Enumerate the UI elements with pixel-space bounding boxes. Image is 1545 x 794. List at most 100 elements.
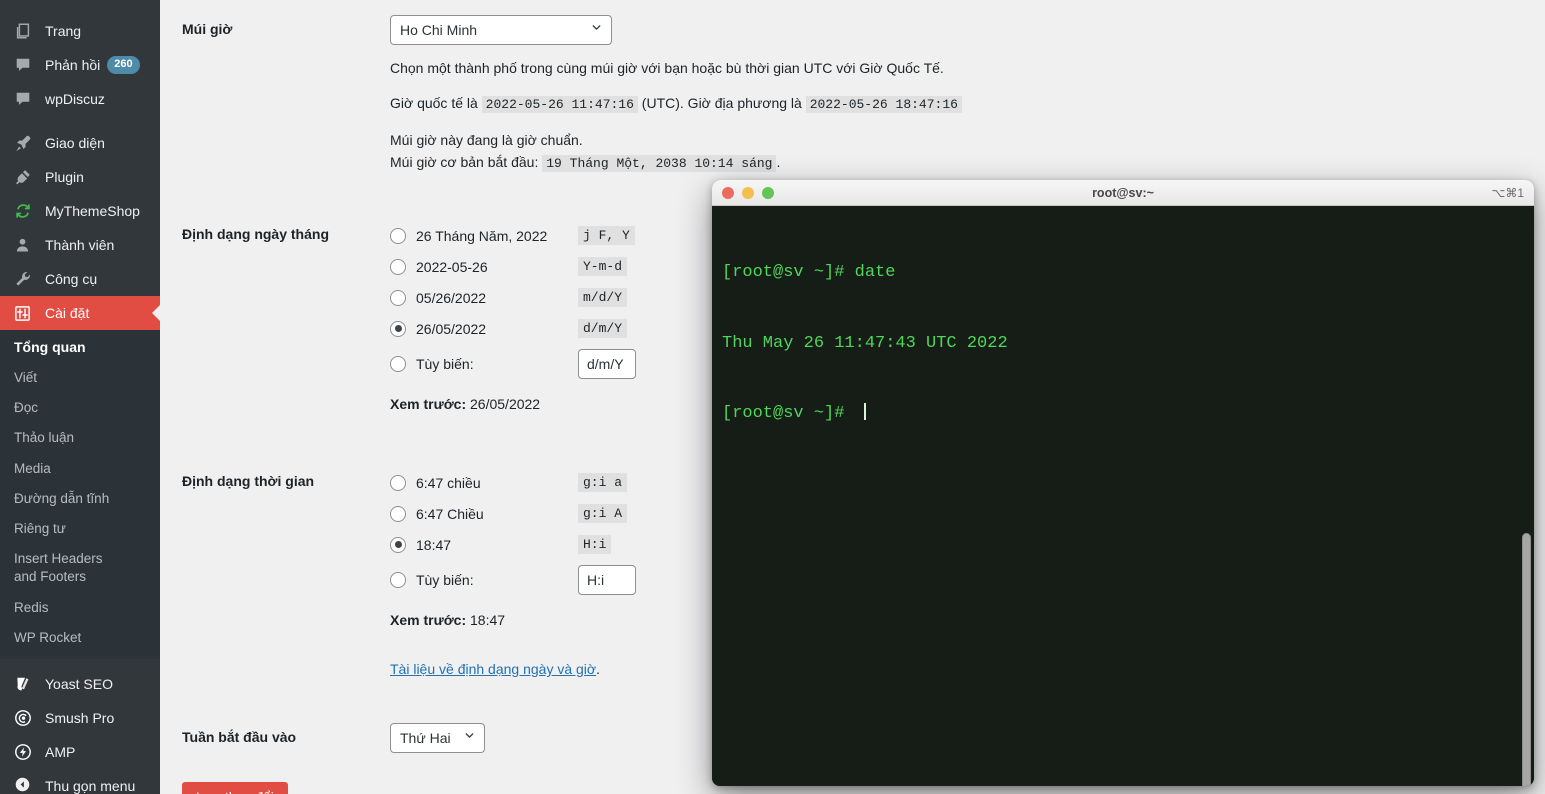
radio-button[interactable]	[390, 290, 406, 306]
time-format-custom-cell	[578, 565, 636, 595]
date-format-code: m/d/Y	[578, 288, 627, 307]
terminal-scrollbar-thumb[interactable]	[1522, 533, 1531, 786]
submenu-item-rieng-tu[interactable]: Riêng tư	[0, 514, 160, 544]
date-format-code-cell: j F, Y	[578, 226, 634, 245]
sidebar-item-plugin[interactable]: Plugin	[0, 160, 160, 194]
sidebar-item-label: wpDiscuz	[45, 91, 105, 107]
terminal-scrollbar[interactable]	[1522, 486, 1531, 786]
collapse-arrow-icon	[14, 776, 36, 794]
sidebar-item-yoast-seo[interactable]: Yoast SEO	[0, 667, 160, 701]
local-time-value: 2022-05-26 18:47:16	[806, 96, 962, 113]
radio-button[interactable]	[390, 228, 406, 244]
submenu-item-media[interactable]: Media	[0, 454, 160, 484]
submenu-item-insert-headers-and-footers[interactable]: Insert Headers and Footers	[0, 544, 128, 592]
radio-button[interactable]	[390, 321, 406, 337]
date-format-example: 26 Tháng Năm, 2022	[416, 228, 578, 244]
submenu-item-viet[interactable]: Viết	[0, 363, 160, 393]
sidebar-item-cong-cu[interactable]: Công cụ	[0, 262, 160, 296]
settings-icon	[14, 303, 36, 323]
row-timezone: Múi giờ Ho Chi Minh Chọn một thành phố t…	[160, 0, 1545, 190]
comments-icon	[14, 55, 36, 75]
clipped-menu-icon	[14, 0, 32, 8]
minimize-window-button[interactable]	[742, 187, 754, 199]
maximize-window-button[interactable]	[762, 187, 774, 199]
terminal-titlebar[interactable]: root@sv:~ ⌥⌘1	[712, 180, 1534, 206]
radio-button[interactable]	[390, 259, 406, 275]
submenu-item-thao-luan[interactable]: Thảo luận	[0, 423, 160, 453]
admin-sidebar: Trang Phản hồi 260 wpDiscuz	[0, 0, 160, 794]
radio-button[interactable]	[390, 356, 406, 372]
yoast-icon	[14, 674, 36, 694]
sidebar-item-label: Trang	[45, 23, 81, 39]
date-format-code-cell: d/m/Y	[578, 319, 634, 338]
week-start-select[interactable]: Thứ Hai	[390, 723, 485, 753]
sidebar-item-cai-dat[interactable]: Cài đặt	[0, 296, 160, 330]
terminal-window[interactable]: root@sv:~ ⌥⌘1 [root@sv ~]# date Thu May …	[712, 180, 1534, 786]
time-format-code: H:i	[578, 535, 611, 554]
sidebar-item-wpdiscuz[interactable]: wpDiscuz	[0, 82, 160, 116]
sidebar-item-label: Giao diện	[45, 135, 105, 151]
date-time-doc-link[interactable]: Tài liệu về định dạng ngày và giờ	[390, 661, 596, 677]
terminal-line: [root@sv ~]# date	[722, 261, 1524, 285]
terminal-cursor	[864, 403, 866, 420]
collapse-menu-button[interactable]: Thu gọn menu	[0, 769, 160, 794]
sidebar-item-label: Cài đặt	[45, 305, 89, 321]
terminal-title: root@sv:~	[712, 186, 1534, 200]
sidebar-item-smush-pro[interactable]: Smush Pro	[0, 701, 160, 735]
submenu-item-tong-quan[interactable]: Tổng quan	[0, 332, 160, 363]
dst-date-value: 19 Tháng Một, 2038 10:14 sáng	[542, 155, 776, 172]
week-start-select-wrapper: Thứ Hai	[390, 723, 485, 753]
radio-button[interactable]	[390, 475, 406, 491]
radio-button[interactable]	[390, 572, 406, 588]
date-format-custom-input[interactable]	[578, 349, 636, 379]
submenu-item-duong-dan-tinh[interactable]: Đường dẫn tĩnh	[0, 484, 160, 514]
time-format-code-cell: g:i A	[578, 504, 634, 523]
appearance-icon	[14, 133, 36, 153]
sidebar-item-trang[interactable]: Trang	[0, 14, 160, 48]
terminal-output[interactable]: [root@sv ~]# date Thu May 26 11:47:43 UT…	[712, 206, 1534, 786]
sidebar-item-amp[interactable]: AMP	[0, 735, 160, 769]
collapse-menu-label: Thu gọn menu	[45, 778, 135, 794]
sidebar-divider-2	[0, 659, 160, 667]
comment-icon	[14, 89, 36, 109]
sidebar-item-phan-hoi[interactable]: Phản hồi 260	[0, 48, 160, 82]
terminal-shortcut-hint: ⌥⌘1	[1491, 186, 1524, 200]
comments-count-badge: 260	[107, 56, 139, 73]
submenu-item-doc[interactable]: Đọc	[0, 393, 160, 423]
date-preview-value: 26/05/2022	[470, 396, 540, 412]
radio-button[interactable]	[390, 537, 406, 553]
smush-icon	[14, 708, 36, 728]
window-controls	[722, 187, 774, 199]
week-start-label: Tuần bắt đầu vào	[160, 708, 380, 768]
doc-link-suffix: .	[596, 661, 600, 677]
time-format-example: 6:47 Chiều	[416, 506, 578, 522]
time-format-custom-label: Tùy biến:	[416, 572, 578, 588]
settings-submenu: Tổng quan Viết Đọc Thảo luận Media Đường…	[0, 330, 160, 659]
time-format-custom-input[interactable]	[578, 565, 636, 595]
submenu-item-redis[interactable]: Redis	[0, 593, 160, 623]
save-changes-button[interactable]: Lưu thay đổi	[182, 782, 288, 794]
timezone-select[interactable]: Ho Chi Minh	[390, 15, 612, 45]
sidebar-item-label: Công cụ	[45, 271, 97, 287]
dst-suffix-text: .	[776, 154, 780, 170]
submenu-item-wp-rocket[interactable]: WP Rocket	[0, 623, 160, 653]
radio-button[interactable]	[390, 506, 406, 522]
time-format-code: g:i a	[578, 473, 627, 492]
timezone-standard-note: Múi giờ này đang là giờ chuẩn.	[390, 129, 1535, 151]
terminal-line: Thu May 26 11:47:43 UTC 2022	[722, 332, 1524, 356]
sidebar-item-giao-dien[interactable]: Giao diện	[0, 126, 160, 160]
dst-prefix-text: Múi giờ cơ bản bắt đầu:	[390, 154, 538, 170]
sidebar-top-clipped-item	[0, 0, 160, 14]
close-window-button[interactable]	[722, 187, 734, 199]
sidebar-item-thanh-vien[interactable]: Thành viên	[0, 228, 160, 262]
date-format-custom-label: Tùy biến:	[416, 356, 578, 372]
time-format-code-cell: H:i	[578, 535, 634, 554]
time-format-example: 18:47	[416, 537, 578, 553]
date-format-example: 26/05/2022	[416, 321, 578, 337]
date-format-custom-cell	[578, 349, 636, 379]
time-format-code: g:i A	[578, 504, 627, 523]
date-format-label: Định dạng ngày tháng	[160, 205, 380, 265]
pages-icon	[14, 21, 36, 41]
sidebar-item-mythemeshop[interactable]: MyThemeShop	[0, 194, 160, 228]
terminal-prompt-text: [root@sv ~]#	[722, 404, 855, 423]
